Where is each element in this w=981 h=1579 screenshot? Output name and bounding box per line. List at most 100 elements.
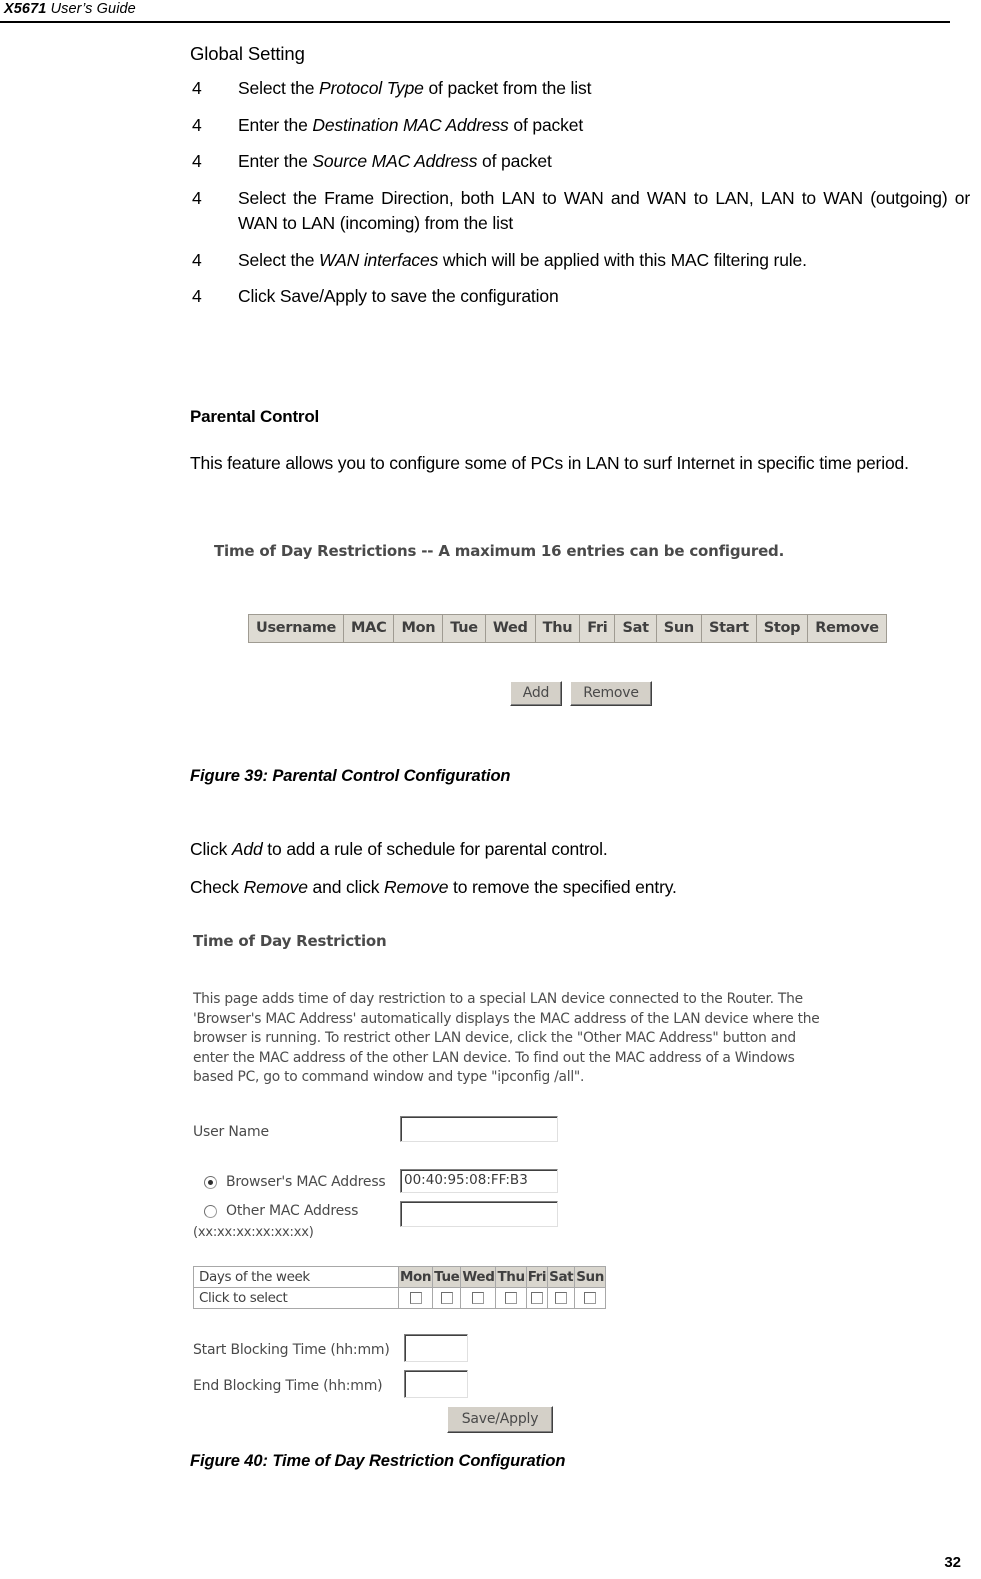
figure-39-caption-block: Figure 39: Parental Control Configuratio… xyxy=(190,767,972,786)
click-add-emphasis: Add xyxy=(231,839,263,859)
parental-control-intro-block: This feature allows you to configure som… xyxy=(190,450,972,476)
global-setting-bullet-list: 4 Select the Protocol Type of packet from… xyxy=(190,76,970,310)
figure-40-caption-block: Figure 40: Time of Day Restriction Confi… xyxy=(190,1452,972,1471)
day-cell-wed[interactable] xyxy=(460,1287,497,1309)
header-guide: User’s Guide xyxy=(46,1,136,17)
day-header-tue: Tue xyxy=(432,1266,462,1288)
parental-control-block: Parental Control xyxy=(190,407,972,427)
add-button[interactable]: Add xyxy=(510,681,562,706)
parental-control-heading: Parental Control xyxy=(190,407,320,426)
bullet-item: 4 Click Save/Apply to save the configurat… xyxy=(190,284,970,310)
days-header-row: Days of the week Mon Tue Wed Thu Fri Sat… xyxy=(193,1266,606,1288)
other-mac-input[interactable] xyxy=(400,1201,558,1227)
figure-40-screenshot: Time of Day Restriction This page adds t… xyxy=(190,920,850,1433)
browser-mac-label: Browser's MAC Address xyxy=(226,1174,386,1190)
check-remove-mid: and click xyxy=(307,877,385,897)
bullet-text-pre: Click Save/Apply to save the configurati… xyxy=(238,286,559,306)
column-header-thu: Thu xyxy=(534,614,581,643)
day-cell-sun[interactable] xyxy=(574,1287,606,1309)
user-name-label: User Name xyxy=(193,1124,269,1140)
click-add-post: to add a rule of schedule for parental c… xyxy=(262,839,608,859)
remove-button[interactable]: Remove xyxy=(570,681,652,706)
header-model: X5671 xyxy=(4,1,47,17)
bullet-text-pre: Enter the xyxy=(238,151,313,171)
bullet-text-pre: Select the Frame Direction, both LAN to … xyxy=(238,187,970,234)
column-header-username: Username xyxy=(247,614,345,643)
start-blocking-time-input[interactable] xyxy=(404,1334,468,1362)
column-header-stop: Stop xyxy=(755,614,809,643)
figure39-title: Time of Day Restrictions -- A maximum 16… xyxy=(214,542,785,560)
bullet-text-pre: Select the xyxy=(238,249,320,270)
content-column: Global Setting 4 Select the Protocol Type… xyxy=(190,42,970,321)
day-header-wed: Wed xyxy=(460,1266,497,1288)
remove-instruction-block: Check Remove and click Remove to remove … xyxy=(190,874,972,900)
day-cell-sat[interactable] xyxy=(547,1287,576,1309)
other-mac-radio[interactable] xyxy=(204,1205,217,1218)
checkbox-mon[interactable] xyxy=(409,1292,422,1304)
header-rule xyxy=(0,21,950,23)
day-cell-mon[interactable] xyxy=(397,1287,434,1309)
start-blocking-time-label: Start Blocking Time (hh:mm) xyxy=(193,1342,390,1358)
column-header-mac: MAC xyxy=(343,614,395,643)
column-header-tue: Tue xyxy=(442,614,486,643)
checkbox-wed[interactable] xyxy=(472,1292,485,1304)
bullet-text-emphasis: Destination MAC Address xyxy=(312,114,509,135)
browser-mac-input[interactable]: 00:40:95:08:FF:B3 xyxy=(400,1169,558,1193)
bullet-text-post: of packet xyxy=(508,114,584,135)
check-remove-emphasis-1: Remove xyxy=(243,877,308,897)
bullet-marker-icon: 4 xyxy=(192,151,202,171)
figure-39-caption: Figure 39: Parental Control Configuratio… xyxy=(190,767,511,785)
column-header-start: Start xyxy=(700,614,757,643)
figure-40-caption: Figure 40: Time of Day Restriction Confi… xyxy=(190,1452,566,1470)
figure-39-screenshot: Time of Day Restrictions -- A maximum 16… xyxy=(210,538,950,728)
bullet-item: 4 Select the WAN interfaces which will be… xyxy=(190,248,970,274)
click-add-pre: Click xyxy=(190,839,232,859)
day-cell-fri[interactable] xyxy=(525,1287,549,1309)
checkbox-sat[interactable] xyxy=(555,1292,568,1304)
page-header: X5671 User’s Guide xyxy=(0,0,981,23)
day-cell-tue[interactable] xyxy=(432,1287,462,1309)
other-mac-format-hint: (xx:xx:xx:xx:xx:xx) xyxy=(193,1225,314,1240)
bullet-marker-icon: 4 xyxy=(192,249,202,270)
bullet-item: 4 Select the Protocol Type of packet from… xyxy=(190,76,970,102)
bullet-text-post: of packet from the list xyxy=(423,78,592,98)
bullet-text-emphasis: Source MAC Address xyxy=(312,151,478,171)
day-header-thu: Thu xyxy=(495,1266,527,1288)
column-header-wed: Wed xyxy=(484,614,536,643)
day-header-sun: Sun xyxy=(574,1266,606,1288)
save-apply-button[interactable]: Save/Apply xyxy=(447,1406,553,1433)
check-remove-post: to remove the specified entry. xyxy=(448,877,677,897)
bullet-item: 4 Enter the Destination MAC Address of pa… xyxy=(190,113,970,139)
bullet-text-pre: Enter the xyxy=(238,114,313,135)
column-header-mon: Mon xyxy=(393,614,444,643)
user-name-input[interactable] xyxy=(400,1116,558,1142)
day-cell-thu[interactable] xyxy=(495,1287,527,1309)
bullet-marker-icon: 4 xyxy=(192,78,202,98)
page-number: 32 xyxy=(944,1554,961,1571)
other-mac-label: Other MAC Address xyxy=(226,1203,359,1219)
check-remove-emphasis-2: Remove xyxy=(384,877,449,897)
days-of-week-label: Days of the week xyxy=(193,1266,399,1288)
figure39-button-bar: Add Remove xyxy=(510,681,652,706)
bullet-marker-icon: 4 xyxy=(192,286,202,306)
figure40-description: This page adds time of day restriction t… xyxy=(193,991,820,1085)
column-header-fri: Fri xyxy=(579,614,616,643)
bullet-item: 4 Enter the Source MAC Address of packet xyxy=(190,149,970,175)
header-title: X5671 User’s Guide xyxy=(4,1,136,17)
browser-mac-radio[interactable] xyxy=(204,1176,217,1189)
bullet-item: 4 Select the Frame Direction, both LAN to… xyxy=(190,186,970,237)
days-of-week-table: Days of the week Mon Tue Wed Thu Fri Sat… xyxy=(193,1266,606,1309)
click-to-select-label: Click to select xyxy=(193,1287,399,1309)
checkbox-sun[interactable] xyxy=(584,1292,597,1304)
check-remove-instruction: Check Remove and click Remove to remove … xyxy=(190,874,972,900)
checkbox-thu[interactable] xyxy=(505,1292,518,1304)
parental-control-intro: This feature allows you to configure som… xyxy=(190,453,909,473)
checkbox-fri[interactable] xyxy=(530,1292,543,1304)
bullet-text-post: which will be applied with this MAC filt… xyxy=(438,249,807,270)
bullet-marker-icon: 4 xyxy=(192,187,202,208)
check-remove-pre: Check xyxy=(190,877,244,897)
end-blocking-time-input[interactable] xyxy=(404,1370,468,1398)
checkbox-tue[interactable] xyxy=(440,1292,453,1304)
click-add-instruction: Click Add to add a rule of schedule for … xyxy=(190,836,972,862)
bullet-text-pre: Select the xyxy=(238,78,320,98)
